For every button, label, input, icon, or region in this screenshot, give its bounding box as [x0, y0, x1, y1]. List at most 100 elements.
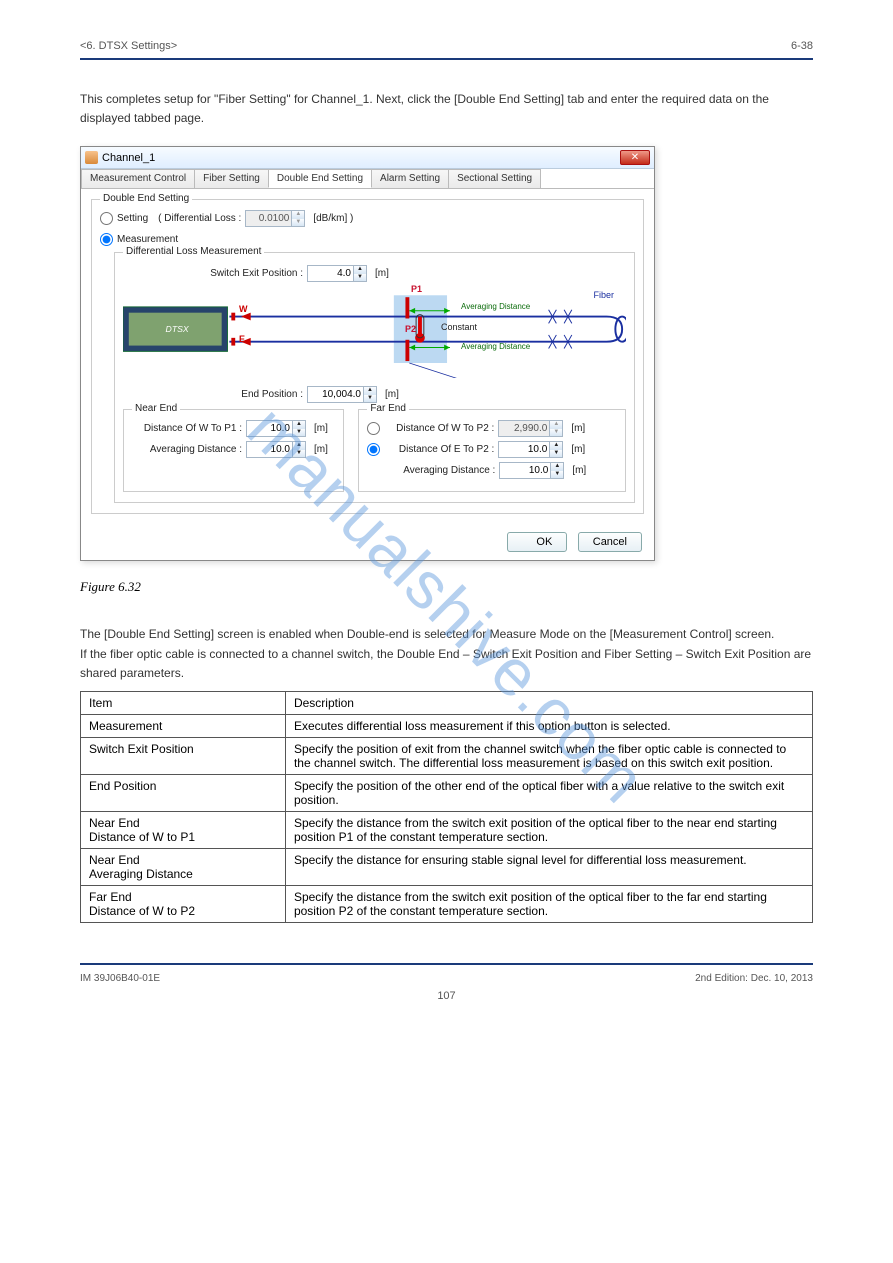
tab-strip: Measurement Control Fiber Setting Double… — [81, 169, 654, 189]
cancel-button[interactable]: Cancel — [578, 532, 642, 552]
page-number: 107 — [80, 990, 813, 1002]
desc-cell: Specify the position of exit from the ch… — [285, 737, 812, 774]
end-position-input[interactable] — [308, 387, 363, 402]
tab-alarm-setting[interactable]: Alarm Setting — [371, 169, 449, 188]
fiber-diagram: DTSX — [123, 288, 626, 378]
fiber-label: Fiber — [593, 290, 614, 300]
spinner-down-icon[interactable]: ▼ — [293, 429, 305, 437]
p1-text: P1 — [411, 284, 422, 294]
switch-exit-unit: [m] — [375, 268, 389, 279]
spinner-down-icon[interactable]: ▼ — [550, 450, 562, 458]
e-label: E — [239, 334, 245, 344]
table-row: Far End Distance of W to P2Specify the d… — [81, 885, 813, 922]
tab-fiber-setting[interactable]: Fiber Setting — [194, 169, 269, 188]
far-end-legend: Far End — [367, 403, 409, 414]
notes-paragraph: The [Double End Setting] screen is enabl… — [80, 625, 813, 683]
tab-measurement-control[interactable]: Measurement Control — [81, 169, 195, 188]
spinner-up-icon[interactable]: ▲ — [364, 387, 376, 395]
table-row: Switch Exit PositionSpecify the position… — [81, 737, 813, 774]
far-opt1-unit: [m] — [571, 423, 585, 434]
near-end-legend: Near End — [132, 403, 180, 414]
radio-far-opt1[interactable] — [367, 422, 380, 435]
end-position-unit: [m] — [385, 389, 399, 400]
w-label: W — [239, 304, 248, 314]
diff-loss-input — [246, 211, 291, 226]
near-dist-spinner[interactable]: ▲▼ — [246, 420, 306, 437]
table-header-row: Item Description — [81, 691, 813, 714]
rule-bottom — [80, 963, 813, 965]
desc-cell: Executes differential loss measurement i… — [285, 714, 812, 737]
diff-loss-unit: [dB/km] ) — [313, 213, 353, 224]
table-row: Near End Distance of W to P1Specify the … — [81, 811, 813, 848]
radio-setting-label: Setting — [117, 213, 148, 224]
items-table: Item Description MeasurementExecutes dif… — [80, 691, 813, 923]
group-legend: Double End Setting — [100, 193, 192, 204]
svg-text:DTSX: DTSX — [166, 324, 190, 334]
far-opt2-input[interactable] — [499, 442, 549, 457]
spinner-down-icon[interactable]: ▼ — [551, 471, 563, 479]
spinner-up-icon[interactable]: ▲ — [550, 442, 562, 450]
spinner-up-icon[interactable]: ▲ — [354, 266, 366, 274]
table-row: Near End Averaging DistanceSpecify the d… — [81, 848, 813, 885]
radio-far-opt2[interactable] — [367, 443, 380, 456]
desc-cell: Specify the distance for ensuring stable… — [285, 848, 812, 885]
avg-label-2: Averaging Distance — [461, 342, 530, 351]
diff-loss-label: ( Differential Loss : — [158, 213, 241, 224]
far-opt1-input — [499, 421, 549, 436]
near-avg-label: Averaging Distance : — [132, 444, 242, 455]
item-cell: Measurement — [81, 714, 286, 737]
close-icon[interactable]: ✕ — [620, 150, 650, 165]
near-avg-input[interactable] — [247, 442, 292, 457]
far-avg-spinner[interactable]: ▲▼ — [499, 462, 564, 479]
th-description: Description — [285, 691, 812, 714]
dlm-legend: Differential Loss Measurement — [123, 246, 264, 257]
spinner-down-icon[interactable]: ▼ — [293, 450, 305, 458]
end-position-spinner[interactable]: ▲▼ — [307, 386, 377, 403]
window-title: Channel_1 — [102, 152, 155, 164]
rule-top — [80, 58, 813, 60]
far-opt1-spinner: ▲▼ — [498, 420, 563, 437]
dialog-window: Channel_1 ✕ Measurement Control Fiber Se… — [80, 146, 655, 561]
table-row: MeasurementExecutes differential loss me… — [81, 714, 813, 737]
item-cell: Switch Exit Position — [81, 737, 286, 774]
near-dist-label: Distance Of W To P1 : — [132, 423, 242, 434]
near-dist-input[interactable] — [247, 421, 292, 436]
diff-loss-spinner: ▲▼ — [245, 210, 305, 227]
table-row: End PositionSpecify the position of the … — [81, 774, 813, 811]
far-avg-unit: [m] — [572, 465, 586, 476]
spinner-up-icon[interactable]: ▲ — [293, 421, 305, 429]
switch-exit-spinner[interactable]: ▲▼ — [307, 265, 367, 282]
item-cell: Near End Averaging Distance — [81, 848, 286, 885]
item-cell: Far End Distance of W to P2 — [81, 885, 286, 922]
constant-label: Constant — [441, 322, 477, 332]
desc-cell: Specify the distance from the switch exi… — [285, 885, 812, 922]
radio-measurement-label: Measurement — [117, 234, 178, 245]
spinner-up-icon[interactable]: ▲ — [293, 442, 305, 450]
spinner-down-icon[interactable]: ▼ — [354, 274, 366, 282]
item-cell: Near End Distance of W to P1 — [81, 811, 286, 848]
near-dist-unit: [m] — [314, 423, 328, 434]
far-avg-input[interactable] — [500, 463, 550, 478]
far-opt2-label: Distance Of E To P2 : — [384, 444, 494, 455]
avg-label-1: Averaging Distance — [461, 302, 530, 311]
near-avg-spinner[interactable]: ▲▼ — [246, 441, 306, 458]
desc-cell: Specify the distance from the switch exi… — [285, 811, 812, 848]
th-item: Item — [81, 691, 286, 714]
tab-double-end-setting[interactable]: Double End Setting — [268, 169, 372, 188]
near-end-group: Near End Distance Of W To P1 : ▲▼ [m] — [123, 409, 344, 492]
far-avg-label: Averaging Distance : — [385, 465, 495, 476]
diff-loss-measurement-group: Differential Loss Measurement Switch Exi… — [114, 252, 635, 503]
header-left: <6. DTSX Settings> — [80, 40, 177, 52]
far-opt2-spinner[interactable]: ▲▼ — [498, 441, 563, 458]
figure-caption: Figure 6.32 — [80, 579, 813, 595]
item-cell: End Position — [81, 774, 286, 811]
tab-sectional-setting[interactable]: Sectional Setting — [448, 169, 541, 188]
switch-exit-input[interactable] — [308, 266, 353, 281]
window-icon — [85, 151, 98, 164]
radio-measurement[interactable] — [100, 233, 113, 246]
footer-right: 2nd Edition: Dec. 10, 2013 — [695, 973, 813, 984]
ok-button[interactable]: OK — [507, 532, 567, 552]
spinner-up-icon[interactable]: ▲ — [551, 463, 563, 471]
radio-setting[interactable] — [100, 212, 113, 225]
spinner-down-icon[interactable]: ▼ — [364, 395, 376, 403]
